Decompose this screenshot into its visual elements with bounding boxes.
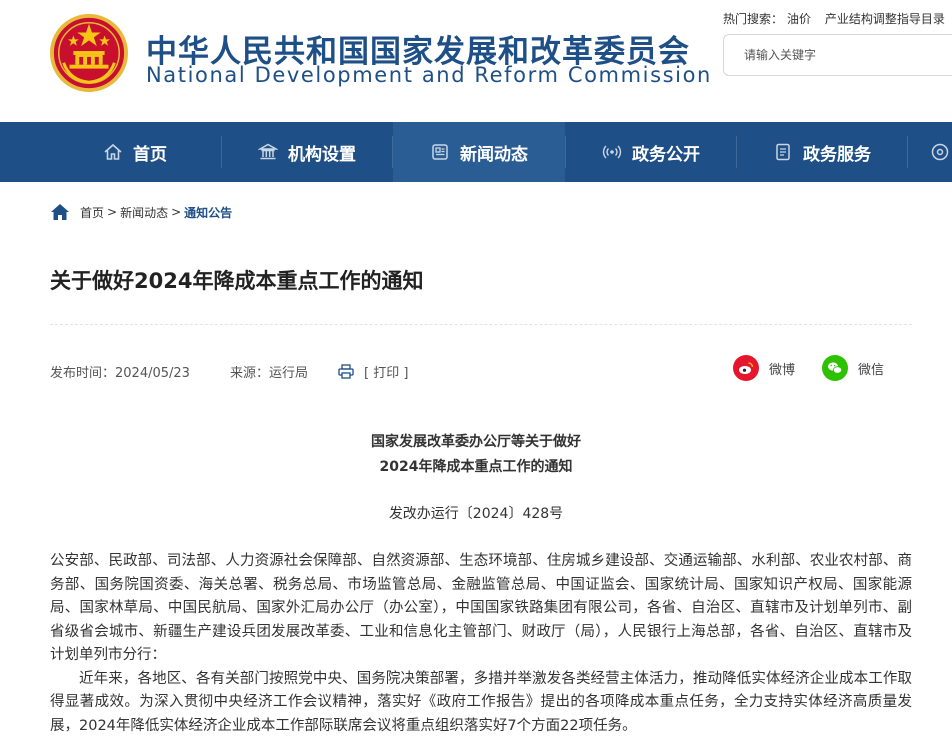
home-icon <box>104 143 122 160</box>
article-source: 来源：运行局 <box>230 362 308 381</box>
document-number: 发改办运行〔2024〕428号 <box>388 506 564 522</box>
share-weibo-button[interactable]: 微博 <box>733 355 795 381</box>
nav-item-services[interactable]: 政务服务 <box>737 122 907 182</box>
weibo-icon <box>733 355 759 381</box>
breadcrumb-home[interactable]: 首页 <box>80 204 104 221</box>
national-emblem-logo[interactable] <box>50 14 128 92</box>
article-meta: 发布时间：2024/05/23 来源：运行局 [ 打印 ] <box>50 362 408 381</box>
nav-divider <box>907 136 908 168</box>
search-box <box>723 34 952 76</box>
publish-date: 发布时间：2024/05/23 <box>50 362 190 381</box>
print-label: [ 打印 ] <box>363 366 409 381</box>
breadcrumb-separator: > <box>171 205 182 219</box>
nav-label: 政务服务 <box>803 144 871 165</box>
title-divider <box>50 324 912 325</box>
page-title: 关于做好2024年降成本重点工作的通知 <box>50 269 424 293</box>
settings-icon <box>931 143 949 161</box>
site-title-en: National Development and Reform Commissi… <box>146 63 712 87</box>
main-nav: 首页 机构设置 新闻动态 政务公开 政务服务 <box>0 122 952 182</box>
publish-date-value: 2024/05/23 <box>115 366 190 381</box>
breadcrumb-news[interactable]: 新闻动态 <box>120 204 168 221</box>
share-wechat-label: 微信 <box>858 362 885 378</box>
share-weibo-label: 微博 <box>769 362 796 378</box>
hot-search-term[interactable]: 油价 <box>787 12 811 26</box>
document-icon <box>776 143 790 161</box>
source-value: 运行局 <box>268 366 308 381</box>
breadcrumb: 首页 > 新闻动态 > 通知公告 <box>50 202 232 222</box>
body-paragraph: 近年来，各地区、各有关部门按照党中央、国务院决策部署，多措并举激发各类经营主体活… <box>50 670 912 734</box>
hot-search: 热门搜索： 油价 产业结构调整指导目录 <box>723 10 945 27</box>
news-icon <box>432 144 448 160</box>
nav-item-home[interactable]: 首页 <box>50 122 220 182</box>
article-body: 公安部、民政部、司法部、人力资源社会保障部、自然资源部、生态环境部、住房城乡建设… <box>50 550 912 738</box>
broadcast-icon <box>602 145 622 159</box>
nav-label: 政务公开 <box>632 144 700 165</box>
nav-label: 首页 <box>133 144 167 165</box>
nav-item-institution[interactable]: 机构设置 <box>222 122 392 182</box>
document-heading-line2: 2024年降成本重点工作的通知 <box>379 459 573 475</box>
site-header: 中华人民共和国国家发展和改革委员会 National Development a… <box>0 0 952 122</box>
hot-search-label: 热门搜索： <box>723 12 784 26</box>
publish-label: 发布时间： <box>50 366 116 381</box>
breadcrumb-current[interactable]: 通知公告 <box>184 204 232 221</box>
nav-item-news[interactable]: 新闻动态 <box>393 122 565 182</box>
breadcrumb-separator: > <box>107 205 118 219</box>
nav-label: 新闻动态 <box>460 144 528 165</box>
wechat-icon <box>822 355 848 381</box>
search-input[interactable] <box>724 35 952 75</box>
share-wechat-button[interactable]: 微信 <box>822 355 884 381</box>
document-heading-line1: 国家发展改革委办公厅等关于做好 <box>371 434 581 450</box>
source-label: 来源： <box>229 366 269 381</box>
home-icon[interactable] <box>50 203 70 221</box>
nav-item-more[interactable] <box>930 122 952 182</box>
printer-icon <box>338 364 354 379</box>
recipients-paragraph: 公安部、民政部、司法部、人力资源社会保障部、自然资源部、生态环境部、住房城乡建设… <box>50 553 912 663</box>
institution-icon <box>258 143 278 160</box>
nav-label: 机构设置 <box>288 144 356 165</box>
print-button[interactable]: [ 打印 ] <box>338 362 408 381</box>
nav-item-government-affairs[interactable]: 政务公开 <box>566 122 736 182</box>
hot-search-term[interactable]: 产业结构调整指导目录 <box>825 12 945 26</box>
